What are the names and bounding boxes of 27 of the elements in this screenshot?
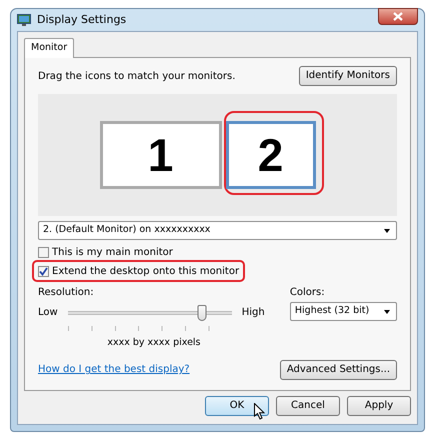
resolution-value: xxxx by xxxx pixels bbox=[107, 336, 200, 348]
slider-thumb[interactable] bbox=[198, 304, 207, 320]
checkbox-label[interactable]: This is my main monitor bbox=[52, 245, 173, 260]
checkbox[interactable] bbox=[38, 266, 49, 276]
dialog-button[interactable]: OK bbox=[205, 396, 269, 416]
checkbox-label[interactable]: Extend the desktop onto this monitor bbox=[52, 264, 240, 278]
dialog-button[interactable]: Cancel bbox=[276, 396, 340, 416]
high-label: High bbox=[242, 306, 265, 320]
instruction-text: Drag the icons to match your monitors. bbox=[38, 70, 236, 84]
tab[interactable]: Monitor bbox=[24, 38, 74, 58]
monitor-select[interactable]: 2. (Default Monitor) on xxxxxxxxxx bbox=[38, 221, 397, 240]
checkbox[interactable] bbox=[38, 247, 49, 258]
colors-label: Colors: bbox=[290, 286, 326, 300]
colors-select[interactable]: Highest (32 bit) bbox=[290, 302, 397, 321]
advanced-settings-button[interactable]: Advanced Settings... bbox=[280, 360, 397, 380]
monitor-tile[interactable]: 2 bbox=[226, 121, 316, 189]
help-link[interactable]: How do I get the best display? bbox=[38, 362, 190, 378]
dialog-button[interactable]: Apply bbox=[347, 396, 411, 416]
close-icon bbox=[393, 12, 403, 22]
window-title: Display Settings bbox=[37, 12, 126, 28]
mouse-cursor-icon bbox=[254, 403, 265, 420]
identify-monitors-button[interactable]: Identify Monitors bbox=[298, 66, 397, 86]
close-button[interactable] bbox=[378, 8, 418, 26]
display-icon bbox=[17, 14, 31, 26]
resolution-label: Resolution: bbox=[38, 286, 95, 300]
low-label: Low bbox=[38, 306, 58, 320]
monitor-tile[interactable]: 1 bbox=[100, 121, 222, 189]
